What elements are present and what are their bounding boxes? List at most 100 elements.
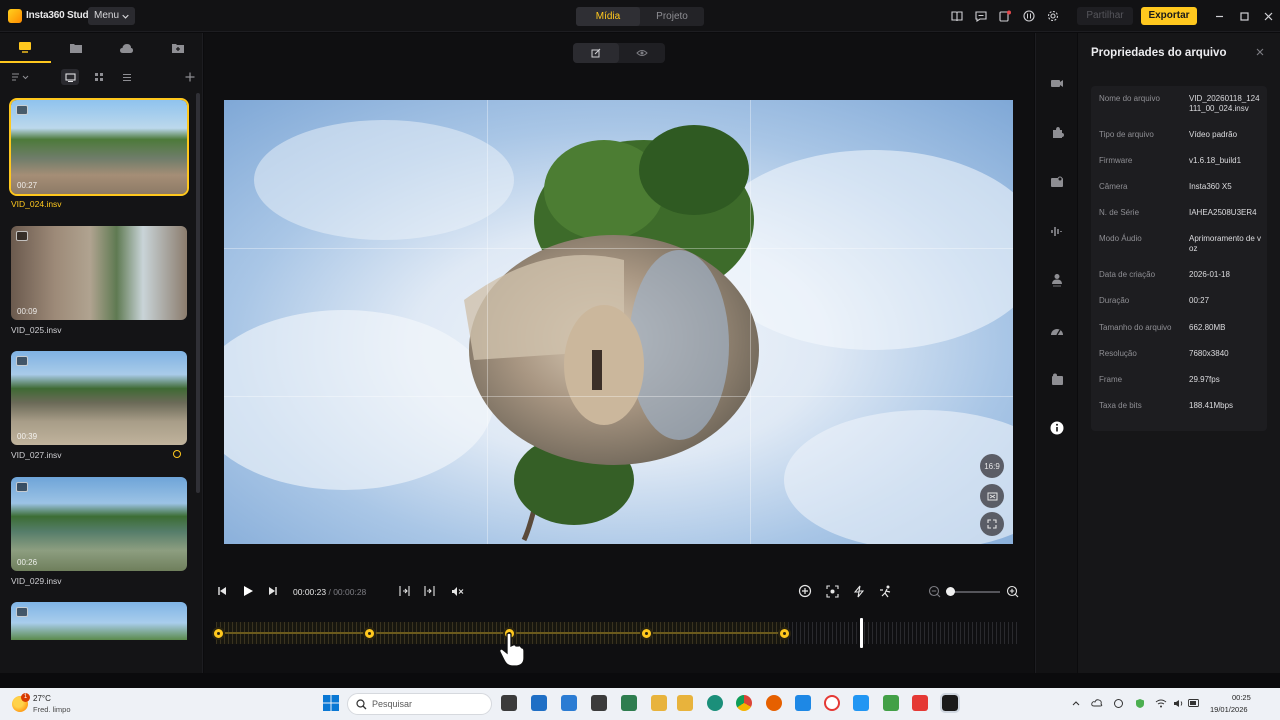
file-explorer-icon[interactable]	[651, 695, 667, 711]
weather-temperature[interactable]: 27°C	[33, 694, 51, 703]
list-view-icon[interactable]	[118, 69, 136, 85]
edge-icon[interactable]	[707, 695, 723, 711]
audio-tool-icon[interactable]	[1048, 222, 1066, 240]
s-app-icon[interactable]	[853, 695, 869, 711]
shield-tray-icon[interactable]	[1134, 697, 1146, 709]
ai-frame-icon[interactable]	[824, 583, 840, 599]
windows-start-icon[interactable]	[323, 695, 339, 711]
todo-icon[interactable]	[561, 695, 577, 711]
property-value: 188.41Mbps	[1189, 401, 1234, 410]
book-icon[interactable]	[948, 8, 966, 24]
export-button[interactable]: Exportar	[1141, 7, 1197, 25]
speed-tool-icon[interactable]	[1048, 321, 1066, 339]
weather-description[interactable]: Fred. limpo	[33, 705, 71, 714]
property-value: Aprimoramento de voz	[1189, 234, 1262, 253]
volume-icon[interactable]	[1172, 697, 1184, 709]
keyframe-marker[interactable]	[212, 627, 225, 640]
properties-list: Nome do arquivo VID_20260118_124111_00_02…	[1091, 86, 1267, 431]
screen-mode-icon[interactable]	[980, 484, 1004, 508]
tab-project[interactable]: Projeto	[640, 7, 704, 26]
zoom-in-icon[interactable]	[1004, 583, 1020, 599]
library-toolbar	[0, 67, 203, 87]
clock-time[interactable]: 00:25	[1232, 693, 1251, 702]
store-icon[interactable]	[531, 695, 547, 711]
taskbar-search-input[interactable]: Pesquisar	[347, 693, 492, 715]
shield-app-icon[interactable]	[795, 695, 811, 711]
account-icon[interactable]	[1020, 8, 1038, 24]
maximize-icon[interactable]	[1236, 8, 1252, 24]
info-icon[interactable]	[1048, 419, 1066, 437]
property-label: Duração	[1099, 296, 1130, 305]
insta360-studio-taskbar-icon[interactable]	[940, 693, 960, 713]
preview-area: 16:9 00:00:23 / 00:00:28	[204, 33, 1034, 673]
menu-button[interactable]: Menu	[88, 7, 136, 25]
task-view-icon[interactable]	[501, 695, 517, 711]
close-panel-icon[interactable]	[1256, 48, 1264, 56]
tab-cloud-media[interactable]	[102, 33, 153, 63]
trim-start-icon[interactable]	[396, 583, 412, 599]
eye-icon[interactable]	[619, 43, 665, 63]
library-scrollbar[interactable]	[196, 93, 200, 493]
folder-icon[interactable]	[677, 695, 693, 711]
playhead[interactable]	[860, 618, 863, 648]
camera-tool-icon[interactable]	[1048, 74, 1066, 92]
fullscreen-icon[interactable]	[980, 512, 1004, 536]
c-red-app-icon[interactable]	[912, 695, 928, 711]
flash-icon[interactable]	[851, 583, 867, 599]
skip-back-icon[interactable]	[214, 583, 230, 599]
c-green-app-icon[interactable]	[883, 695, 899, 711]
media-card-5[interactable]	[11, 602, 187, 640]
tab-camera-media[interactable]	[51, 33, 102, 63]
zoom-slider-handle[interactable]	[946, 587, 955, 596]
mute-icon[interactable]	[449, 583, 465, 599]
timeline[interactable]	[212, 618, 1024, 648]
close-icon[interactable]	[1260, 8, 1276, 24]
keyframe-marker[interactable]	[363, 627, 376, 640]
grid-view-icon[interactable]	[90, 69, 108, 85]
photo-app-icon[interactable]	[591, 695, 607, 711]
play-icon[interactable]	[240, 583, 256, 599]
360-badge	[16, 482, 28, 492]
notes-icon[interactable]	[996, 8, 1014, 24]
person-tool-icon[interactable]	[1048, 271, 1066, 289]
opera-icon[interactable]	[824, 695, 840, 711]
firefox-icon[interactable]	[766, 695, 782, 711]
minimize-icon[interactable]	[1211, 8, 1227, 24]
motion-track-icon[interactable]	[878, 583, 894, 599]
tab-import-folder[interactable]	[152, 33, 203, 63]
clock-date[interactable]: 19/01/2026	[1210, 705, 1248, 714]
sticker-tool-icon[interactable]	[1048, 370, 1066, 388]
sort-icon[interactable]	[10, 69, 32, 85]
edit-view-icon[interactable]	[573, 43, 619, 63]
wifi-icon[interactable]	[1155, 697, 1167, 709]
zoom-out-icon[interactable]	[926, 583, 942, 599]
video-preview[interactable]: 16:9	[224, 100, 1013, 544]
skip-forward-icon[interactable]	[265, 583, 281, 599]
media-card-2[interactable]: 00:09 VID_025.insv	[11, 226, 187, 335]
add-keyframe-icon[interactable]	[797, 583, 813, 599]
keyframe-marker[interactable]	[778, 627, 791, 640]
add-media-icon[interactable]	[181, 69, 199, 85]
calculator-icon[interactable]	[621, 695, 637, 711]
large-view-icon[interactable]	[61, 69, 79, 85]
tab-media[interactable]: Mídia	[576, 7, 640, 26]
cloud-tray-icon[interactable]	[1091, 697, 1103, 709]
sync-tray-icon[interactable]	[1112, 697, 1124, 709]
media-card-1[interactable]: 00:27 VID_024.insv	[9, 98, 189, 209]
timeline-zoom-slider[interactable]	[950, 591, 1000, 593]
battery-icon[interactable]	[1188, 697, 1200, 709]
trim-end-icon[interactable]	[421, 583, 437, 599]
aspect-ratio-button[interactable]: 16:9	[980, 454, 1004, 478]
feedback-icon[interactable]	[972, 8, 990, 24]
media-card-4[interactable]: 00:26 VID_029.insv	[11, 477, 187, 586]
plugin-icon[interactable]	[1048, 123, 1066, 141]
edit-tools-column	[1035, 33, 1077, 673]
image-adjust-icon[interactable]	[1048, 173, 1066, 191]
settings-icon[interactable]	[1044, 8, 1062, 24]
chevron-up-icon[interactable]	[1070, 697, 1082, 709]
media-card-3[interactable]: 00:39 VID_027.insv	[11, 351, 187, 460]
chrome-icon[interactable]	[736, 695, 752, 711]
keyframe-marker[interactable]	[640, 627, 653, 640]
tab-local-media[interactable]	[0, 33, 51, 63]
share-button[interactable]: Partilhar	[1077, 7, 1133, 25]
